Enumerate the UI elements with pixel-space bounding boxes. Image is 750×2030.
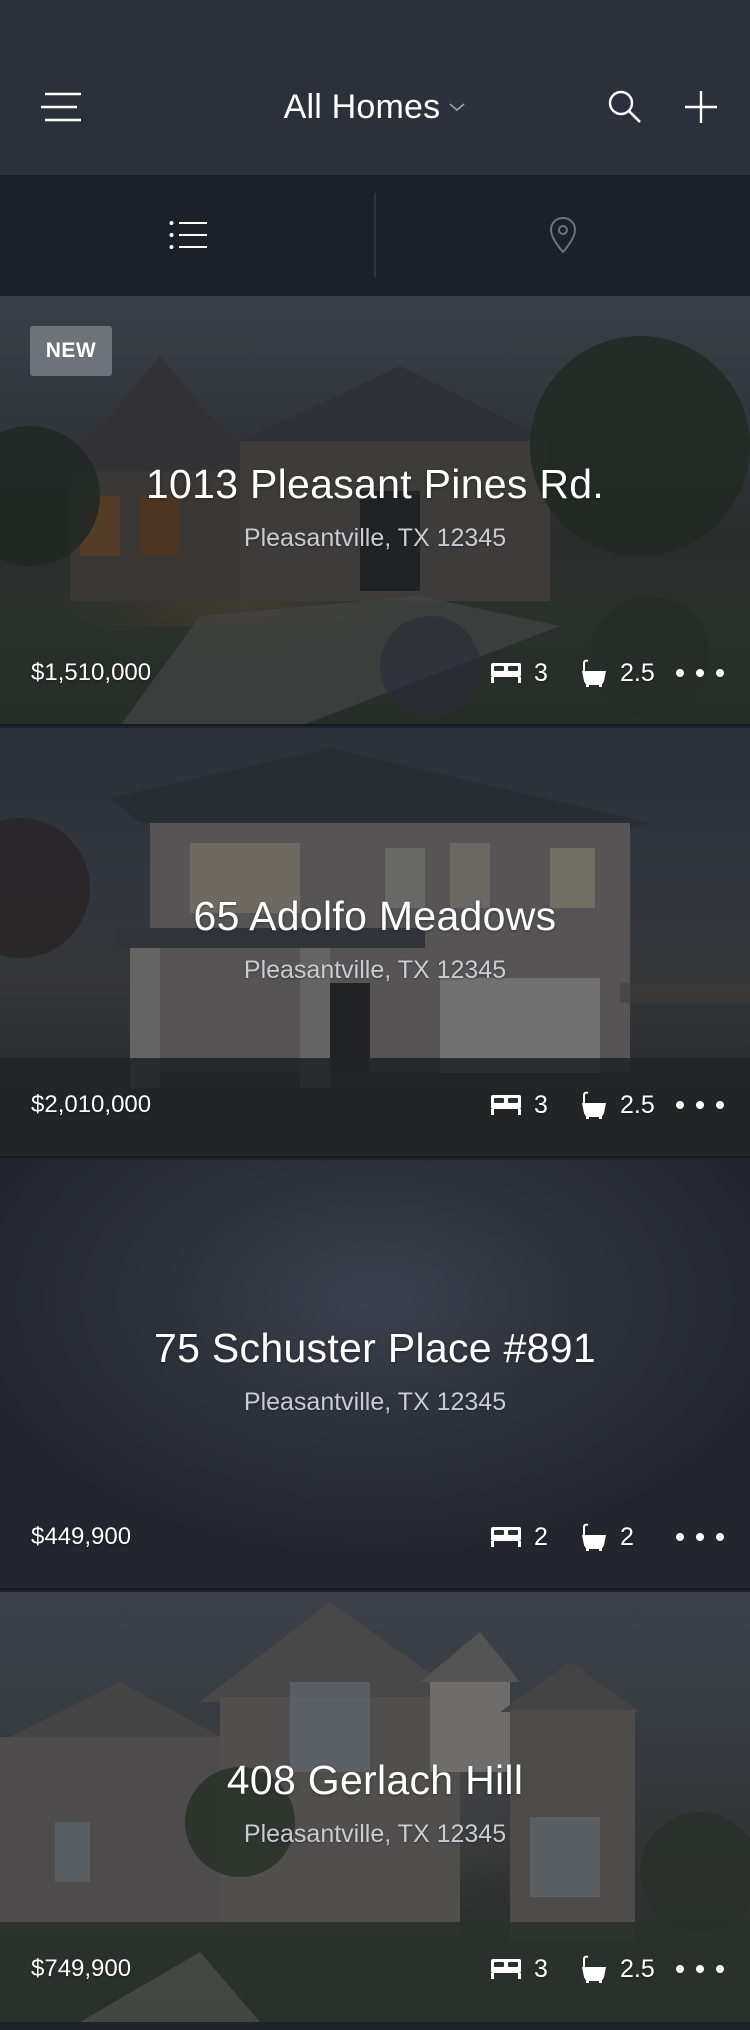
list-icon bbox=[169, 221, 207, 249]
map-view-tab[interactable] bbox=[375, 175, 750, 295]
bathtub-icon bbox=[582, 1091, 606, 1119]
toggle-divider bbox=[374, 193, 376, 277]
listing-card[interactable]: NEW 1013 Pleasant Pines Rd. Pleasantvill… bbox=[0, 296, 750, 726]
more-dot bbox=[676, 1965, 684, 1973]
bathtub-icon bbox=[582, 659, 606, 687]
listing-stats: 3 2.5 bbox=[490, 1088, 670, 1122]
bathtub-icon bbox=[582, 1523, 606, 1551]
beds-count: 3 bbox=[534, 658, 548, 687]
listing-address: 408 Gerlach Hill bbox=[226, 1757, 524, 1803]
more-dot bbox=[676, 1101, 684, 1109]
chevron-down-icon bbox=[449, 103, 465, 112]
more-dot bbox=[716, 1101, 724, 1109]
search-icon bbox=[608, 90, 641, 123]
more-dot bbox=[676, 1533, 684, 1541]
listing-card[interactable]: 65 Adolfo Meadows Pleasantville, TX 1234… bbox=[0, 728, 750, 1158]
more-dot bbox=[716, 669, 724, 677]
baths-stat: 2.5 bbox=[580, 1955, 670, 1984]
beds-count: 3 bbox=[534, 1954, 548, 1983]
new-badge: NEW bbox=[30, 326, 112, 376]
more-dot bbox=[696, 1101, 704, 1109]
app-screen: All Homes NEW 1013 Pleasant Pines Rd. Pl… bbox=[0, 0, 750, 2030]
page-title: All Homes bbox=[283, 87, 441, 126]
listing-stats: 2 2 bbox=[490, 1520, 670, 1554]
beds-stat: 3 bbox=[490, 1091, 576, 1120]
beds-stat: 3 bbox=[490, 659, 576, 688]
map-pin-icon bbox=[549, 216, 576, 254]
more-dot bbox=[696, 1965, 704, 1973]
add-home-button[interactable] bbox=[674, 80, 728, 134]
bed-icon bbox=[491, 663, 521, 683]
bed-icon bbox=[491, 1959, 521, 1979]
beds-count: 3 bbox=[534, 1090, 548, 1119]
baths-count: 2.5 bbox=[620, 1090, 655, 1119]
listing-city: Pleasantville, TX 12345 bbox=[243, 524, 507, 552]
listing-price: $2,010,000 bbox=[31, 1091, 152, 1118]
baths-stat: 2.5 bbox=[580, 659, 670, 688]
baths-count: 2.5 bbox=[620, 1954, 655, 1983]
more-dot bbox=[716, 1965, 724, 1973]
more-dot bbox=[676, 669, 684, 677]
more-options-button[interactable] bbox=[676, 1522, 724, 1552]
top-nav-bar: All Homes bbox=[0, 0, 750, 175]
list-view-tab[interactable] bbox=[0, 175, 375, 295]
card-separator bbox=[0, 1588, 750, 1590]
listing-card[interactable]: 408 Gerlach Hill Pleasantville, TX 12345… bbox=[0, 1592, 750, 2022]
listing-stats: 3 2.5 bbox=[490, 1952, 670, 1986]
card-separator bbox=[0, 1156, 750, 1158]
listing-address: 1013 Pleasant Pines Rd. bbox=[145, 461, 605, 507]
baths-count: 2 bbox=[620, 1522, 634, 1551]
listing-city: Pleasantville, TX 12345 bbox=[243, 1388, 507, 1416]
listing-card[interactable]: 75 Schuster Place #891 Pleasantville, TX… bbox=[0, 1160, 750, 1590]
listing-stats: 3 2.5 bbox=[490, 656, 670, 690]
more-dot bbox=[696, 1533, 704, 1541]
listing-price: $749,900 bbox=[31, 1955, 132, 1982]
beds-stat: 3 bbox=[490, 1955, 576, 1984]
more-dot bbox=[716, 1533, 724, 1541]
more-dot bbox=[696, 669, 704, 677]
listing-price: $1,510,000 bbox=[31, 659, 152, 686]
plus-icon bbox=[685, 91, 717, 123]
listing-address: 65 Adolfo Meadows bbox=[193, 893, 557, 939]
listing-address: 75 Schuster Place #891 bbox=[154, 1325, 596, 1371]
card-separator bbox=[0, 724, 750, 726]
view-toggle-bar bbox=[0, 175, 750, 295]
beds-count: 2 bbox=[534, 1522, 548, 1551]
bed-icon bbox=[491, 1095, 521, 1115]
listing-city: Pleasantville, TX 12345 bbox=[243, 1820, 507, 1848]
baths-stat: 2.5 bbox=[580, 1091, 670, 1120]
more-options-button[interactable] bbox=[676, 658, 724, 688]
more-options-button[interactable] bbox=[676, 1090, 724, 1120]
bed-icon bbox=[491, 1527, 521, 1547]
more-options-button[interactable] bbox=[676, 1954, 724, 1984]
listing-city: Pleasantville, TX 12345 bbox=[243, 956, 507, 984]
baths-count: 2.5 bbox=[620, 658, 655, 687]
beds-stat: 2 bbox=[490, 1523, 576, 1552]
listing-price: $449,900 bbox=[31, 1523, 132, 1550]
bathtub-icon bbox=[582, 1955, 606, 1983]
baths-stat: 2 bbox=[580, 1523, 670, 1552]
search-button[interactable] bbox=[598, 80, 652, 134]
